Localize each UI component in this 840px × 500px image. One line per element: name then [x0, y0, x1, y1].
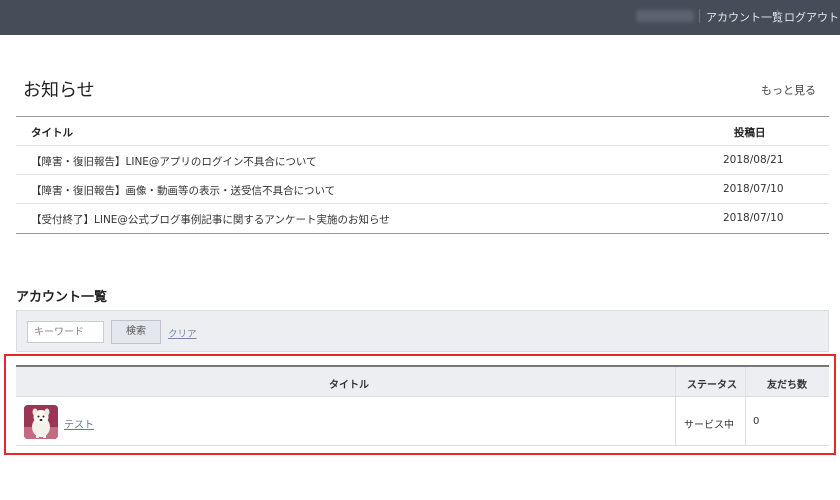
notice-date: 2018/07/10: [723, 183, 784, 195]
dog-icon: [24, 405, 58, 439]
notices-heading: お知らせ: [23, 80, 95, 101]
nav-separator: [777, 9, 778, 23]
account-table: タイトル ステータス 友だち数 テスト サービス中 0: [16, 365, 829, 446]
account-name-link[interactable]: テスト: [64, 416, 94, 431]
dog-photo-avatar[interactable]: [24, 405, 58, 439]
notice-date: 2018/08/21: [723, 154, 784, 166]
search-button[interactable]: 検索: [111, 320, 161, 344]
notices-header-row: タイトル 投稿日: [16, 117, 829, 146]
clear-link[interactable]: クリア: [168, 326, 197, 340]
logout-link[interactable]: ログアウト: [784, 9, 839, 25]
notice-date: 2018/07/10: [723, 212, 784, 224]
account-search-panel: 検索 クリア: [16, 310, 829, 352]
notice-title[interactable]: 【受付終了】LINE@公式ブログ事例記事に関するアンケート実施のお知らせ: [31, 212, 390, 227]
column-header-title: タイトル: [329, 380, 369, 391]
account-list-link[interactable]: アカウント一覧: [706, 9, 783, 25]
user-name-blurred: [636, 10, 694, 22]
notices-table: タイトル 投稿日 【障害・復旧報告】LINE@アプリのログイン不具合について 2…: [16, 116, 829, 234]
notice-row[interactable]: 【障害・復旧報告】LINE@アプリのログイン不具合について 2018/08/21: [16, 146, 829, 175]
notice-row[interactable]: 【受付終了】LINE@公式ブログ事例記事に関するアンケート実施のお知らせ 201…: [16, 204, 829, 233]
keyword-search-input[interactable]: [27, 321, 104, 343]
notice-title[interactable]: 【障害・復旧報告】LINE@アプリのログイン不具合について: [31, 154, 317, 169]
nav-separator: [699, 9, 700, 23]
friend-count: 0: [753, 416, 760, 427]
account-status: サービス中: [684, 420, 734, 431]
table-row[interactable]: テスト サービス中 0: [16, 397, 829, 446]
account-list-heading: アカウント一覧: [16, 290, 108, 305]
column-header-status: ステータス: [687, 380, 737, 391]
top-navigation-bar: アカウント一覧 ログアウト: [0, 0, 840, 35]
column-header-title: タイトル: [31, 127, 73, 139]
notice-title[interactable]: 【障害・復旧報告】画像・動画等の表示・送受信不具合について: [31, 183, 335, 198]
more-notices-link[interactable]: もっと見る: [761, 82, 816, 98]
column-header-friends: 友だち数: [767, 380, 807, 391]
column-header-date: 投稿日: [734, 127, 766, 139]
notice-row[interactable]: 【障害・復旧報告】画像・動画等の表示・送受信不具合について 2018/07/10: [16, 175, 829, 204]
account-table-header: タイトル ステータス 友だち数: [16, 367, 829, 397]
